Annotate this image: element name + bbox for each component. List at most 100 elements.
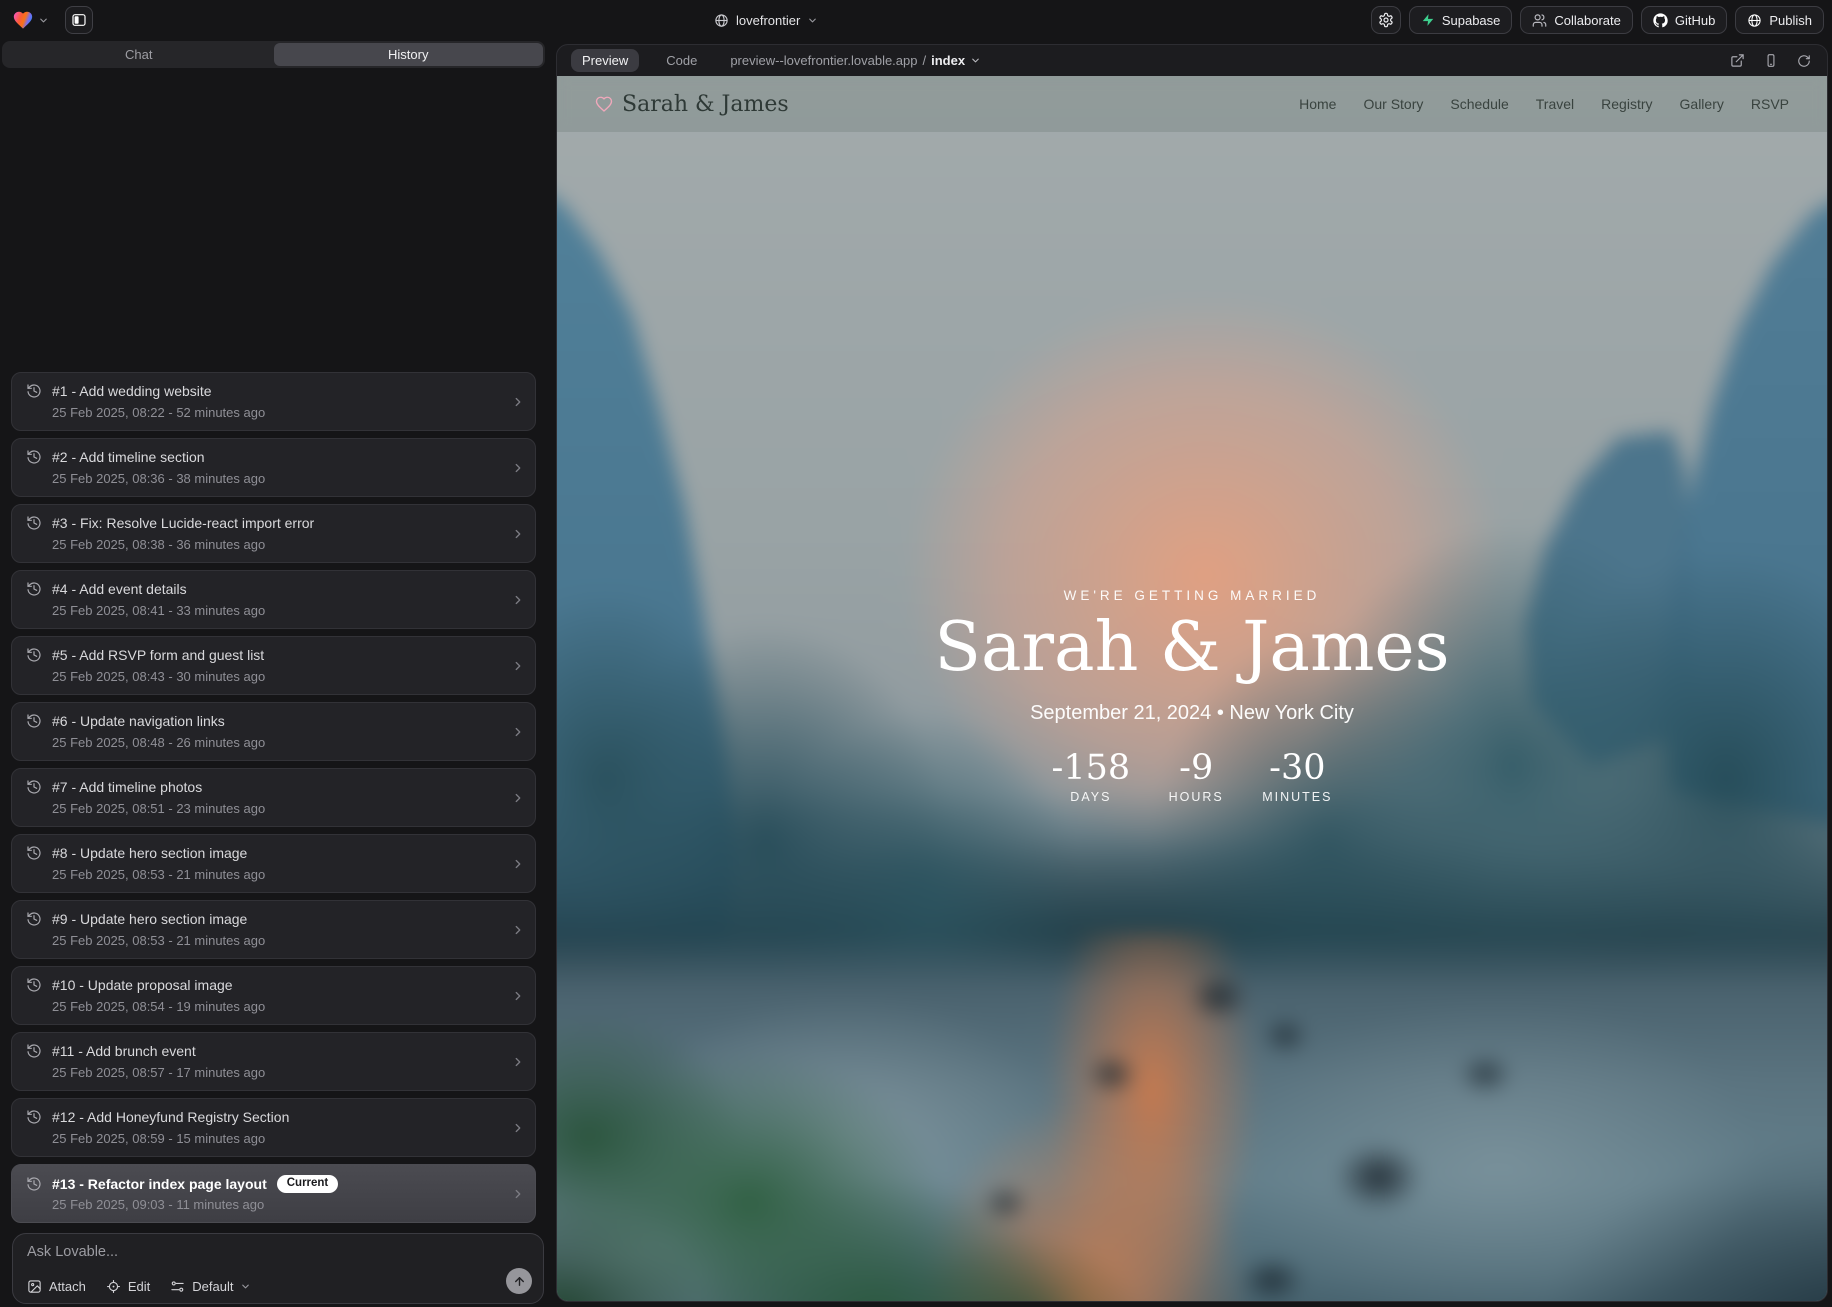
chevron-down-icon <box>240 1281 251 1292</box>
chevron-right-icon <box>511 725 525 739</box>
image-icon <box>27 1279 42 1294</box>
lovable-logo-menu[interactable] <box>12 9 49 31</box>
history-item[interactable]: #1 - Add wedding website 25 Feb 2025, 08… <box>11 372 536 431</box>
history-item[interactable]: #13 - Refactor index page layout Current… <box>11 1164 536 1223</box>
chevron-down-icon <box>38 15 49 26</box>
history-item[interactable]: #7 - Add timeline photos 25 Feb 2025, 08… <box>11 768 536 827</box>
history-item-timestamp: 25 Feb 2025, 08:41 - 33 minutes ago <box>26 603 501 618</box>
github-label: GitHub <box>1675 13 1715 28</box>
mobile-view-button[interactable] <box>1764 53 1778 68</box>
github-button[interactable]: GitHub <box>1641 6 1727 34</box>
history-icon <box>26 1176 42 1192</box>
chevron-right-icon <box>511 1055 525 1069</box>
chevron-right-icon <box>511 461 525 475</box>
history-item-title: #5 - Add RSVP form and guest list <box>52 647 264 663</box>
collaborate-button[interactable]: Collaborate <box>1520 6 1633 34</box>
chevron-right-icon <box>511 923 525 937</box>
countdown-value: -158 <box>1052 749 1131 788</box>
send-button[interactable] <box>506 1268 532 1294</box>
history-item-title: #8 - Update hero section image <box>52 845 247 861</box>
history-item[interactable]: #5 - Add RSVP form and guest list 25 Feb… <box>11 636 536 695</box>
site-nav-link[interactable]: Travel <box>1536 96 1574 112</box>
app-topbar: lovefrontier Supabase Collaborate <box>0 0 1832 40</box>
site-header: Sarah & James Home Our Story Schedule Tr… <box>557 76 1827 132</box>
chevron-right-icon <box>511 659 525 673</box>
site-nav-link[interactable]: Registry <box>1601 96 1652 112</box>
history-item[interactable]: #4 - Add event details 25 Feb 2025, 08:4… <box>11 570 536 629</box>
supabase-bolt-icon <box>1421 13 1435 27</box>
history-item-title: #1 - Add wedding website <box>52 383 212 399</box>
history-icon <box>26 713 42 729</box>
tab-history[interactable]: History <box>274 43 544 66</box>
history-item[interactable]: #8 - Update hero section image 25 Feb 20… <box>11 834 536 893</box>
project-switcher[interactable]: lovefrontier <box>714 0 818 40</box>
gear-icon <box>1378 12 1394 28</box>
chevron-right-icon <box>511 1121 525 1135</box>
edit-button[interactable]: Edit <box>106 1279 150 1294</box>
history-icon <box>26 515 42 531</box>
tab-code[interactable]: Code <box>655 49 708 72</box>
tab-preview[interactable]: Preview <box>571 49 639 72</box>
refresh-button[interactable] <box>1797 54 1811 68</box>
open-external-button[interactable] <box>1730 53 1745 68</box>
history-item-timestamp: 25 Feb 2025, 08:57 - 17 minutes ago <box>26 1065 501 1080</box>
preview-toolbar: Preview Code preview--lovefrontier.lovab… <box>557 45 1827 76</box>
wedding-site-preview: Sarah & James Home Our Story Schedule Tr… <box>557 76 1827 1301</box>
history-item-timestamp: 25 Feb 2025, 08:36 - 38 minutes ago <box>26 471 501 486</box>
history-item[interactable]: #11 - Add brunch event 25 Feb 2025, 08:5… <box>11 1032 536 1091</box>
history-item-timestamp: 25 Feb 2025, 09:03 - 11 minutes ago <box>26 1197 501 1212</box>
globe-icon <box>714 13 729 28</box>
chevron-right-icon <box>511 989 525 1003</box>
site-nav-link[interactable]: RSVP <box>1751 96 1789 112</box>
hero-title: Sarah & James <box>557 611 1827 686</box>
mode-select[interactable]: Default <box>170 1279 251 1294</box>
site-brand-text: Sarah & James <box>622 92 789 117</box>
site-nav-link[interactable]: Schedule <box>1450 96 1508 112</box>
toggle-sidebar-button[interactable] <box>65 6 93 34</box>
countdown-value: -9 <box>1164 749 1228 788</box>
history-icon <box>26 911 42 927</box>
preview-url[interactable]: preview--lovefrontier.lovable.app / inde… <box>730 53 981 68</box>
settings-button[interactable] <box>1371 6 1401 34</box>
hero-section: WE'RE GETTING MARRIED Sarah & James Sept… <box>557 588 1827 804</box>
attach-button[interactable]: Attach <box>27 1279 86 1294</box>
tab-chat[interactable]: Chat <box>4 43 274 66</box>
chevron-right-icon <box>511 593 525 607</box>
history-item[interactable]: #2 - Add timeline section 25 Feb 2025, 0… <box>11 438 536 497</box>
chat-composer: Attach Edit Default <box>12 1233 544 1304</box>
preview-pane: Preview Code preview--lovefrontier.lovab… <box>556 44 1828 1302</box>
heart-outline-icon <box>595 95 613 113</box>
preview-url-path: index <box>931 53 965 68</box>
history-icon <box>26 1109 42 1125</box>
site-brand[interactable]: Sarah & James <box>595 92 789 117</box>
github-icon <box>1653 13 1668 28</box>
history-item[interactable]: #6 - Update navigation links 25 Feb 2025… <box>11 702 536 761</box>
site-nav-link[interactable]: Our Story <box>1363 96 1423 112</box>
arrow-up-icon <box>513 1275 526 1288</box>
history-item[interactable]: #3 - Fix: Resolve Lucide-react import er… <box>11 504 536 563</box>
site-nav: Home Our Story Schedule Travel Registry … <box>1299 96 1789 112</box>
supabase-button[interactable]: Supabase <box>1409 6 1513 34</box>
preview-url-separator: / <box>922 53 926 68</box>
site-nav-link[interactable]: Gallery <box>1680 96 1724 112</box>
history-item-title: #12 - Add Honeyfund Registry Section <box>52 1109 289 1125</box>
history-item-title: #3 - Fix: Resolve Lucide-react import er… <box>52 515 314 531</box>
ask-lovable-input[interactable] <box>27 1244 479 1260</box>
sidebar-tabs: Chat History <box>2 41 545 68</box>
publish-button[interactable]: Publish <box>1735 6 1824 34</box>
history-item[interactable]: #10 - Update proposal image 25 Feb 2025,… <box>11 966 536 1025</box>
site-nav-link[interactable]: Home <box>1299 96 1336 112</box>
sliders-icon <box>170 1279 185 1294</box>
history-item-timestamp: 25 Feb 2025, 08:43 - 30 minutes ago <box>26 669 501 684</box>
history-icon <box>26 581 42 597</box>
countdown-label: MINUTES <box>1262 790 1332 804</box>
history-item[interactable]: #9 - Update hero section image 25 Feb 20… <box>11 900 536 959</box>
history-item[interactable]: #12 - Add Honeyfund Registry Section 25 … <box>11 1098 536 1157</box>
history-item-title: #6 - Update navigation links <box>52 713 225 729</box>
history-item-timestamp: 25 Feb 2025, 08:51 - 23 minutes ago <box>26 801 501 816</box>
hero-eyebrow: WE'RE GETTING MARRIED <box>557 588 1827 603</box>
preview-url-domain: preview--lovefrontier.lovable.app <box>730 53 917 68</box>
history-item-title: #13 - Refactor index page layout <box>52 1176 267 1192</box>
supabase-label: Supabase <box>1442 13 1501 28</box>
chevron-right-icon <box>511 527 525 541</box>
